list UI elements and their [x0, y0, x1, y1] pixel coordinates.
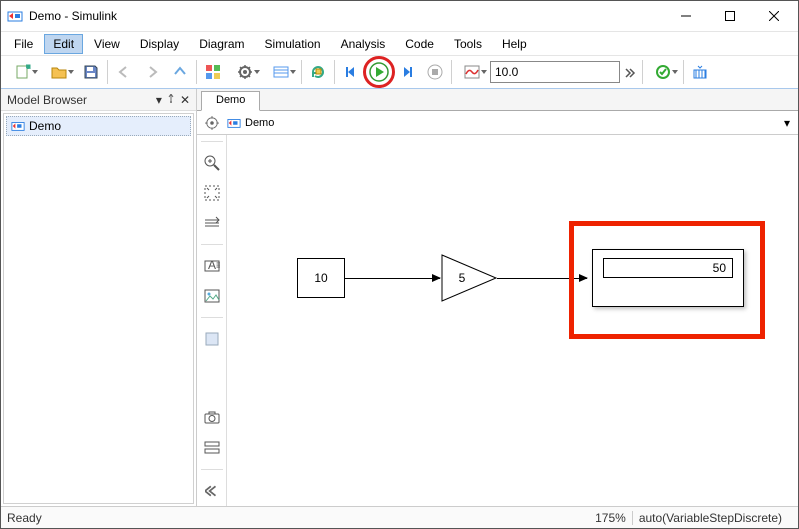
- stop-button[interactable]: [421, 58, 449, 86]
- tree-item-label: Demo: [29, 119, 61, 133]
- maximize-button[interactable]: [708, 1, 752, 31]
- app-icon: [7, 8, 23, 24]
- gain-value: 5: [459, 271, 466, 285]
- fit-selection-icon[interactable]: [201, 212, 223, 234]
- status-zoom[interactable]: 175%: [595, 511, 626, 525]
- menu-diagram[interactable]: Diagram: [190, 34, 253, 54]
- model-icon: [227, 116, 241, 130]
- menu-simulation[interactable]: Simulation: [256, 34, 330, 54]
- model-browser-header: Model Browser ▾ ✕: [1, 89, 196, 111]
- build-button[interactable]: [645, 58, 681, 86]
- fit-view-icon[interactable]: [201, 182, 223, 204]
- status-ready: Ready: [7, 511, 42, 525]
- area-icon[interactable]: [201, 328, 223, 350]
- viewmarks-icon[interactable]: [201, 437, 223, 459]
- collapse-toolbar-icon[interactable]: [201, 480, 223, 502]
- close-button[interactable]: [752, 1, 796, 31]
- run-button[interactable]: [365, 58, 393, 86]
- nav-target-button[interactable]: [201, 113, 223, 133]
- step-forward-button[interactable]: [393, 58, 421, 86]
- minimize-button[interactable]: [664, 1, 708, 31]
- panel-dropdown-icon[interactable]: ▾: [156, 93, 162, 107]
- zoom-in-icon[interactable]: [201, 152, 223, 174]
- canvas-area: Demo Demo ▾ A≡: [197, 89, 798, 506]
- tree-item-root[interactable]: Demo: [6, 116, 191, 136]
- display-value: 50: [713, 261, 726, 275]
- constant-value: 10: [314, 271, 327, 285]
- annotation-icon[interactable]: A≡: [201, 255, 223, 277]
- model-icon: [11, 119, 25, 133]
- model-browser-title: Model Browser: [7, 93, 87, 107]
- status-solver[interactable]: auto(VariableStepDiscrete): [639, 511, 782, 525]
- open-button[interactable]: [41, 58, 77, 86]
- forward-button[interactable]: [138, 58, 166, 86]
- new-model-button[interactable]: [5, 58, 41, 86]
- panel-pin-icon[interactable]: [166, 93, 176, 107]
- menu-analysis[interactable]: Analysis: [332, 34, 395, 54]
- svg-text:A≡: A≡: [208, 258, 220, 272]
- panel-close-icon[interactable]: ✕: [180, 93, 190, 107]
- tab-demo[interactable]: Demo: [201, 91, 260, 111]
- signal-line[interactable]: [345, 278, 440, 279]
- library-browser-button[interactable]: [199, 58, 227, 86]
- model-browser-panel: Model Browser ▾ ✕ Demo: [1, 89, 197, 506]
- screenshot-icon[interactable]: [201, 407, 223, 429]
- tab-strip: Demo: [197, 89, 798, 111]
- breadcrumb-dropdown-icon[interactable]: ▾: [784, 116, 790, 130]
- back-button[interactable]: [110, 58, 138, 86]
- menu-edit[interactable]: Edit: [44, 34, 83, 54]
- title-bar: Demo - Simulink: [1, 1, 798, 31]
- gain-block[interactable]: 5: [441, 254, 497, 302]
- model-explorer-button[interactable]: [263, 58, 299, 86]
- step-back-button[interactable]: [337, 58, 365, 86]
- breadcrumb: Demo ▾: [197, 111, 798, 135]
- toolbar-overflow-button[interactable]: [620, 58, 640, 86]
- breadcrumb-model[interactable]: Demo: [245, 117, 274, 129]
- menu-view[interactable]: View: [85, 34, 129, 54]
- status-bar: Ready 175% auto(VariableStepDiscrete): [1, 506, 798, 528]
- constant-block[interactable]: 10: [297, 258, 345, 298]
- menu-code[interactable]: Code: [396, 34, 443, 54]
- stop-time-input[interactable]: [490, 61, 620, 83]
- window-title: Demo - Simulink: [29, 9, 117, 23]
- display-block[interactable]: 50: [592, 249, 744, 307]
- diagram-canvas[interactable]: 10 5 50: [227, 135, 798, 506]
- update-diagram-button[interactable]: [304, 58, 332, 86]
- menu-bar: File Edit View Display Diagram Simulatio…: [1, 31, 798, 55]
- menu-tools[interactable]: Tools: [445, 34, 491, 54]
- menu-display[interactable]: Display: [131, 34, 188, 54]
- toolbar: [1, 55, 798, 89]
- signal-line[interactable]: [497, 278, 587, 279]
- save-button[interactable]: [77, 58, 105, 86]
- image-icon[interactable]: [201, 285, 223, 307]
- menu-file[interactable]: File: [5, 34, 42, 54]
- up-button[interactable]: [166, 58, 194, 86]
- model-browser-tree[interactable]: Demo: [3, 113, 194, 504]
- deploy-button[interactable]: [686, 58, 714, 86]
- canvas-toolbar: A≡: [197, 135, 227, 506]
- simulation-data-button[interactable]: [454, 58, 490, 86]
- model-config-button[interactable]: [227, 58, 263, 86]
- menu-help[interactable]: Help: [493, 34, 536, 54]
